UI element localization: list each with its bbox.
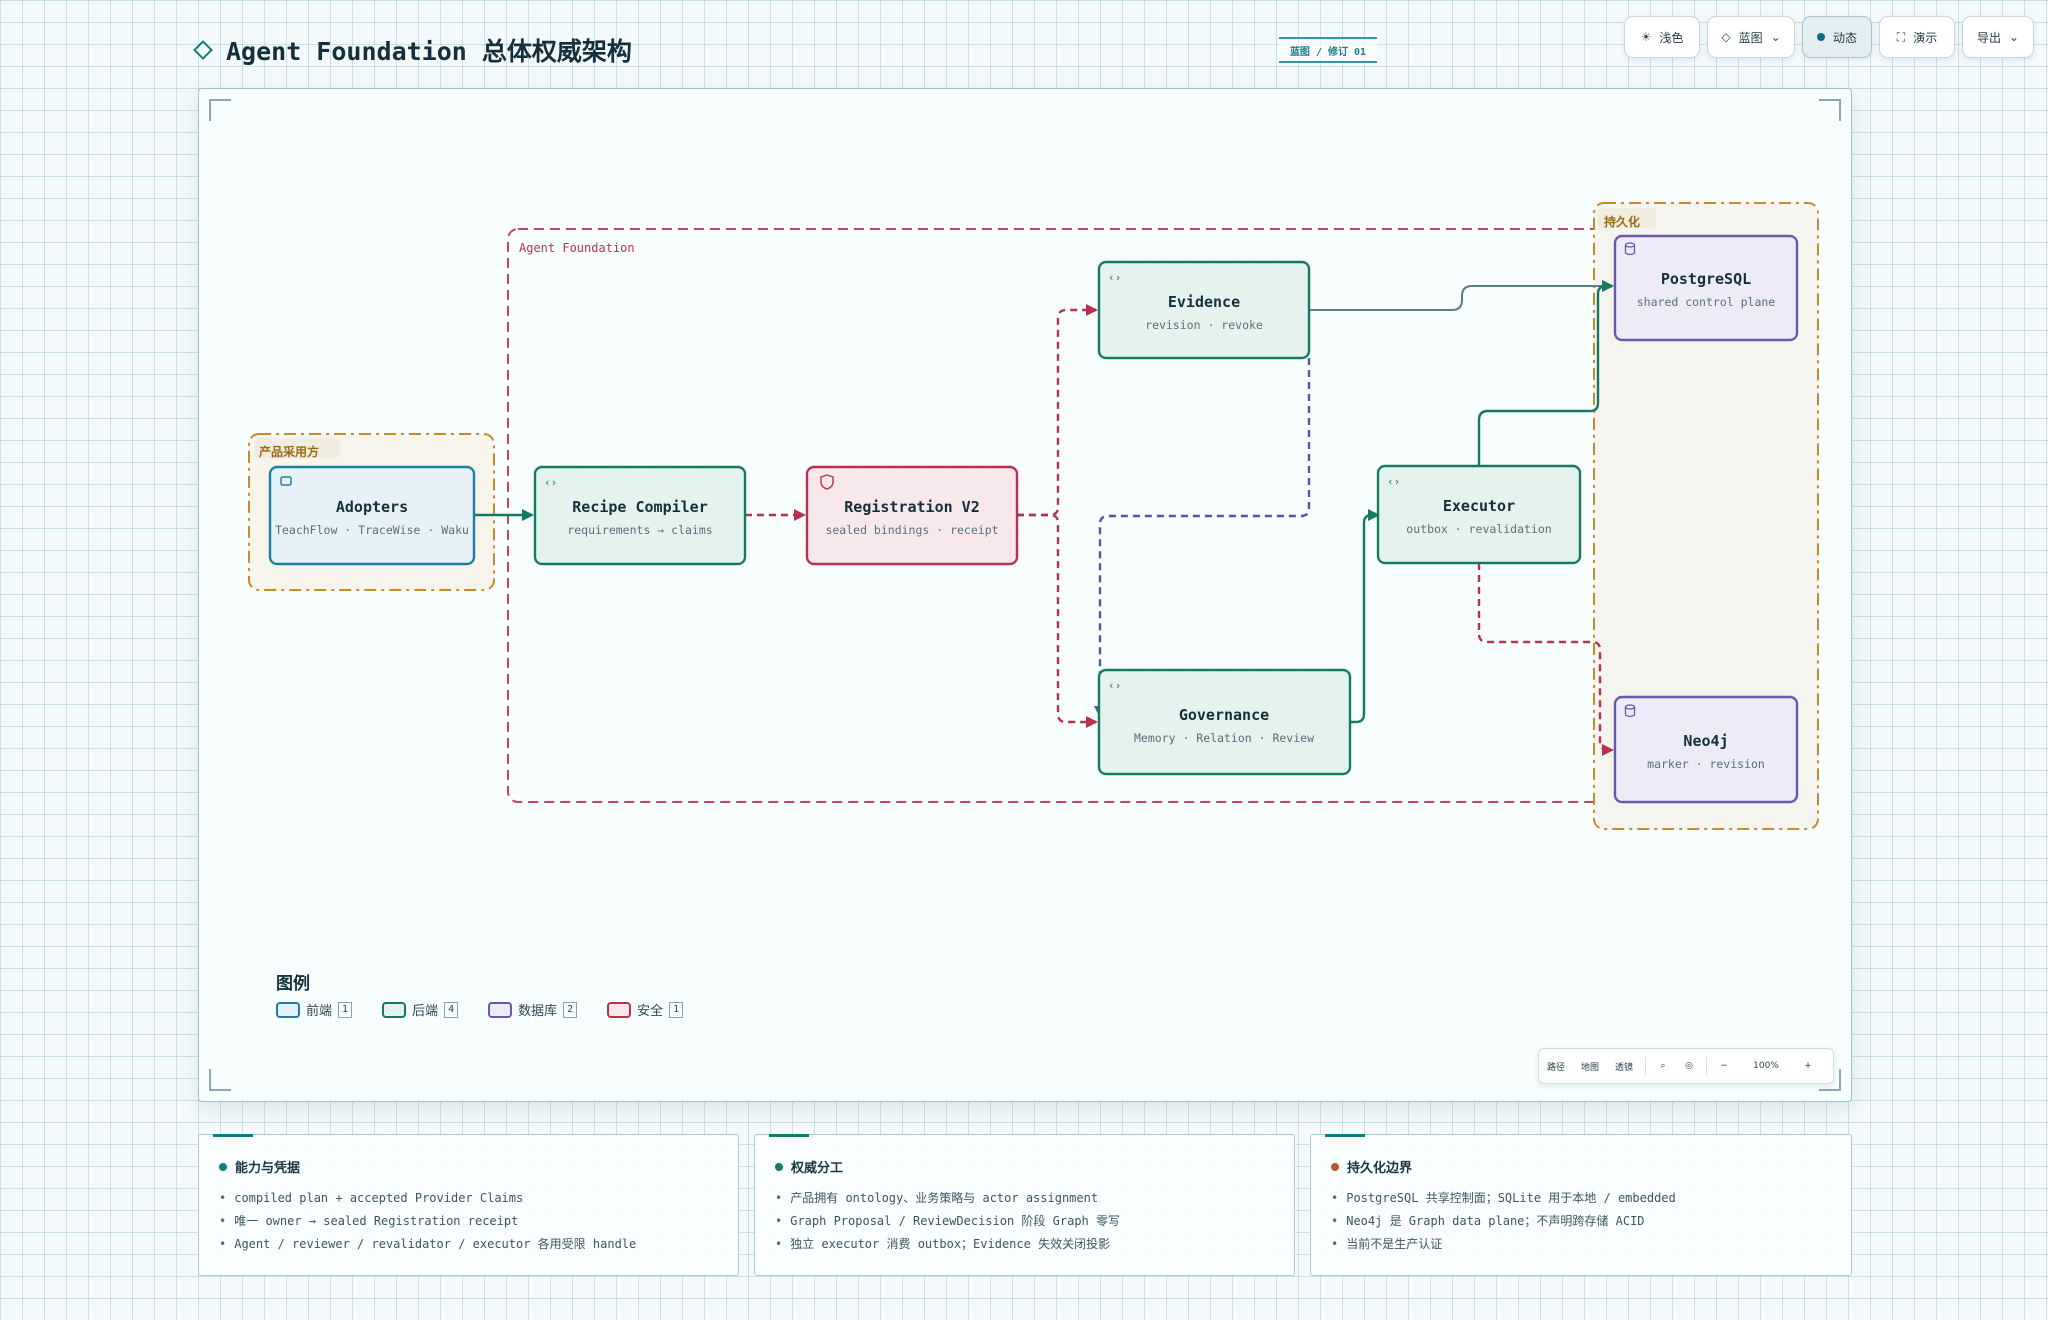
legend-count: 4 xyxy=(444,1001,459,1018)
zoom-out-button[interactable]: − xyxy=(1711,1061,1737,1071)
card-header: 持久化边界 xyxy=(1331,1157,1412,1176)
list-item: 当前不是生产认证 xyxy=(1331,1233,1676,1256)
edge-evidence-governance xyxy=(1094,358,1311,718)
node-title: Neo4j xyxy=(1683,732,1728,750)
card-list: PostgreSQL 共享控制面；SQLite 用于本地 / embedded … xyxy=(1331,1187,1676,1256)
card-accent xyxy=(769,1134,809,1137)
node-subtitle: Memory · Relation · Review xyxy=(1134,731,1314,745)
group-label-foundation: Agent Foundation xyxy=(519,241,635,255)
edge-executor-neo4j xyxy=(1477,563,1614,756)
legend-item-database[interactable]: 数据库 2 xyxy=(488,1000,578,1019)
node-subtitle: requirements → claims xyxy=(567,523,712,537)
node-postgresql[interactable]: PostgreSQL shared control plane xyxy=(1613,234,1799,342)
legend-count: 1 xyxy=(338,1001,353,1018)
card-title: 能力与凭据 xyxy=(235,1161,301,1176)
node-subtitle: marker · revision xyxy=(1647,757,1765,771)
map-controls: 路径 地图 透镜 ⌕ ◎ − 100% + xyxy=(1538,1048,1834,1084)
lens-toggle[interactable]: 透镜 xyxy=(1607,1060,1641,1073)
info-card-capabilities: 能力与凭据 compiled plan + accepted Provider … xyxy=(198,1134,739,1276)
card-header: 能力与凭据 xyxy=(219,1157,300,1176)
legend-label: 安全 xyxy=(637,1004,664,1019)
card-accent xyxy=(1325,1134,1365,1137)
node-evidence[interactable]: ‹› Evidence revision · revoke xyxy=(1097,260,1311,360)
node-title: Executor xyxy=(1443,497,1515,515)
path-toggle[interactable]: 路径 xyxy=(1539,1060,1573,1073)
group-label-adopters: 产品采用方 xyxy=(259,444,319,459)
legend-swatch xyxy=(607,1001,632,1018)
list-item: Agent / reviewer / revalidator / executo… xyxy=(219,1233,636,1256)
list-item: 产品拥有 ontology、业务策略与 actor assignment xyxy=(775,1187,1120,1210)
list-item: 独立 executor 消费 outbox；Evidence 失效关闭投影 xyxy=(775,1233,1120,1256)
card-header: 权威分工 xyxy=(775,1157,843,1176)
legend-item-backend[interactable]: 后端 4 xyxy=(382,1000,459,1019)
divider xyxy=(1706,1057,1707,1075)
node-subtitle: outbox · revalidation xyxy=(1406,522,1551,536)
code-icon: ‹› xyxy=(1108,271,1121,284)
group-label-persistence: 持久化 xyxy=(1604,214,1640,229)
zoom-level: 100% xyxy=(1753,1061,1779,1071)
search-icon[interactable]: ⌕ xyxy=(1650,1061,1676,1071)
node-recipe-compiler[interactable]: ‹› Recipe Compiler requirements → claims xyxy=(533,465,747,566)
card-title: 持久化边界 xyxy=(1347,1161,1413,1176)
divider xyxy=(1645,1057,1646,1075)
legend-label: 数据库 xyxy=(518,1004,558,1019)
code-icon: ‹› xyxy=(1108,679,1121,692)
legend-title: 图例 xyxy=(276,974,310,994)
node-registration-v2[interactable]: Registration V2 sealed bindings · receip… xyxy=(805,465,1019,566)
edge-governance-executor xyxy=(1350,509,1380,724)
list-item: Neo4j 是 Graph data plane；不声明跨存储 ACID xyxy=(1331,1210,1676,1233)
info-card-authority: 权威分工 产品拥有 ontology、业务策略与 actor assignmen… xyxy=(754,1134,1295,1276)
legend-swatch xyxy=(382,1001,407,1018)
code-icon: ‹› xyxy=(544,476,557,489)
node-subtitle: sealed bindings · receipt xyxy=(825,523,998,537)
node-adopters[interactable]: Adopters TeachFlow · TraceWise · Waku xyxy=(268,465,476,566)
node-neo4j[interactable]: Neo4j marker · revision xyxy=(1613,695,1799,804)
minimap-toggle[interactable]: 地图 xyxy=(1573,1060,1607,1073)
node-subtitle: revision · revoke xyxy=(1145,318,1263,332)
list-item: Graph Proposal / ReviewDecision 阶段 Graph… xyxy=(775,1210,1120,1233)
node-executor[interactable]: ‹› Executor outbox · revalidation xyxy=(1376,464,1582,565)
info-card-persistence: 持久化边界 PostgreSQL 共享控制面；SQLite 用于本地 / emb… xyxy=(1310,1134,1852,1276)
legend-item-security[interactable]: 安全 1 xyxy=(607,1000,684,1019)
legend-count: 2 xyxy=(563,1001,578,1018)
fit-view-icon[interactable]: ◎ xyxy=(1676,1061,1702,1071)
edge-registration-governance xyxy=(1017,513,1098,728)
node-title: Adopters xyxy=(336,498,408,516)
node-title: PostgreSQL xyxy=(1661,270,1751,288)
node-title: Evidence xyxy=(1168,293,1240,311)
legend-item-frontend[interactable]: 前端 1 xyxy=(276,1000,353,1019)
card-list: compiled plan + accepted Provider Claims… xyxy=(219,1187,636,1256)
card-accent xyxy=(213,1134,253,1137)
card-list: 产品拥有 ontology、业务策略与 actor assignment Gra… xyxy=(775,1187,1120,1256)
legend-swatch xyxy=(276,1001,300,1018)
code-icon: ‹› xyxy=(1387,475,1400,488)
node-title: Registration V2 xyxy=(844,498,979,516)
list-item: PostgreSQL 共享控制面；SQLite 用于本地 / embedded xyxy=(1331,1187,1676,1210)
card-title: 权威分工 xyxy=(791,1161,844,1176)
node-title: Recipe Compiler xyxy=(572,498,707,516)
bullet-dot-icon xyxy=(219,1162,227,1171)
legend-swatch xyxy=(488,1001,513,1018)
legend: 前端 1 后端 4 数据库 2 安全 1 xyxy=(276,1000,684,1019)
edge-registration-evidence xyxy=(1017,304,1098,517)
list-item: compiled plan + accepted Provider Claims xyxy=(219,1187,636,1210)
node-governance[interactable]: ‹› Governance Memory · Relation · Review xyxy=(1097,668,1352,776)
bullet-dot-icon xyxy=(775,1162,783,1171)
legend-label: 前端 xyxy=(306,1004,333,1019)
legend-count: 1 xyxy=(669,1001,684,1018)
node-subtitle: shared control plane xyxy=(1637,295,1776,309)
edge-executor-postgresql xyxy=(1477,280,1614,465)
list-item: 唯一 owner → sealed Registration receipt xyxy=(219,1210,636,1233)
node-subtitle: TeachFlow · TraceWise · Waku xyxy=(275,523,469,537)
edge-evidence-postgresql xyxy=(1309,280,1614,311)
architecture-diagram: 产品采用方 Agent Foundation 持久化 Adopters Teac… xyxy=(248,202,1819,830)
node-title: Governance xyxy=(1179,706,1269,724)
bullet-dot-icon xyxy=(1331,1162,1339,1171)
legend-label: 后端 xyxy=(412,1004,439,1019)
zoom-in-button[interactable]: + xyxy=(1795,1061,1821,1071)
